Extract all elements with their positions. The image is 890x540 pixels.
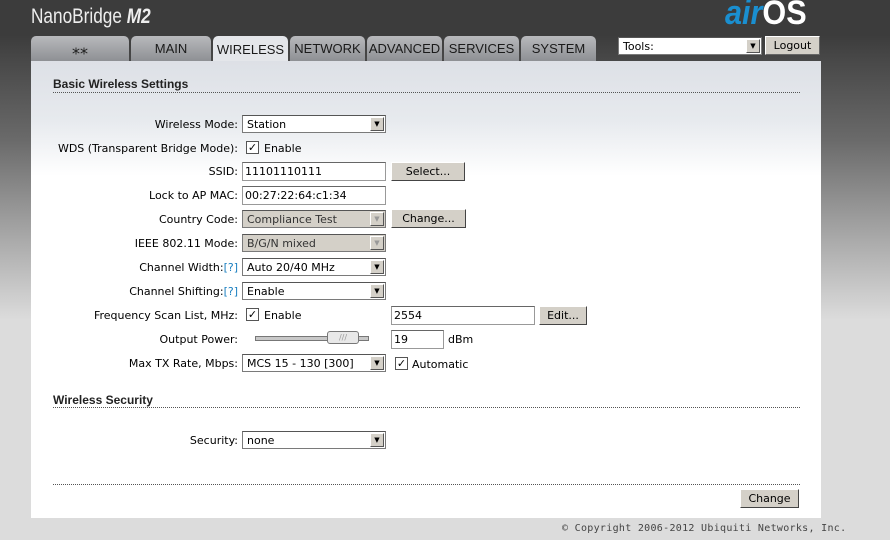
select-value: MCS 15 - 130 [300]	[247, 357, 354, 370]
tab-services[interactable]: SERVICES	[444, 36, 519, 61]
tab-label: NETWORK	[294, 41, 361, 56]
tab-label: MAIN	[154, 41, 188, 56]
ubiquiti-logo-icon: ⁎⁎	[72, 40, 88, 58]
tab-label: SERVICES	[448, 41, 515, 56]
wds-checkbox[interactable]: ✓	[246, 141, 259, 154]
max-tx-auto-checkbox[interactable]: ✓	[395, 357, 408, 370]
ssid-select-button[interactable]: Select...	[391, 162, 465, 181]
tab-wireless[interactable]: WIRELESS	[213, 36, 288, 62]
copyright: © Copyright 2006-2012 Ubiquiti Networks,…	[562, 523, 847, 534]
wds-label: WDS (Transparent Bridge Mode):	[57, 142, 238, 155]
channel-shifting-label: Channel Shifting:[?]	[129, 285, 238, 298]
tab-label: SYSTEM	[531, 41, 586, 56]
main-tabs: ⁎⁎ MAIN WIRELESS NETWORK ADVANCED SERVIC…	[31, 36, 596, 62]
logo-os: OS	[762, 0, 807, 32]
chevron-down-icon: ▼	[370, 284, 384, 298]
wds-enable-label: Enable	[264, 142, 302, 155]
ieee-mode-label: IEEE 802.11 Mode:	[134, 237, 238, 250]
tab-logo[interactable]: ⁎⁎	[31, 36, 129, 61]
tab-advanced[interactable]: ADVANCED	[367, 36, 442, 61]
tab-label: ADVANCED	[368, 41, 441, 56]
max-tx-label: Max TX Rate, Mbps:	[128, 357, 238, 370]
channel-width-label: Channel Width:[?]	[139, 261, 238, 274]
chevron-down-icon: ▼	[746, 39, 760, 53]
freq-scan-checkbox[interactable]: ✓	[246, 308, 259, 321]
output-power-input[interactable]: 19	[391, 330, 444, 349]
chevron-down-icon: ▼	[370, 433, 384, 447]
select-value: B/G/N mixed	[247, 237, 316, 250]
divider	[53, 484, 800, 485]
ssid-label: SSID:	[208, 165, 238, 178]
divider	[53, 92, 800, 93]
brand-model: M2	[126, 5, 151, 28]
wireless-mode-select[interactable]: Station ▼	[242, 115, 386, 133]
airos-logo: airOS	[725, 0, 807, 33]
ssid-input[interactable]: 11101110111	[242, 162, 386, 181]
divider	[53, 407, 800, 408]
logo-air: air	[725, 0, 763, 32]
chevron-down-icon: ▼	[370, 212, 384, 226]
help-link[interactable]: [?]	[224, 285, 238, 298]
ap-mac-label: Lock to AP MAC:	[149, 189, 238, 202]
channel-width-select[interactable]: Auto 20/40 MHz ▼	[242, 258, 386, 276]
security-label: Security:	[189, 434, 238, 447]
security-select[interactable]: none ▼	[242, 431, 386, 449]
help-link[interactable]: [?]	[224, 261, 238, 274]
freq-scan-input[interactable]: 2554	[391, 306, 535, 325]
label-text: Channel Width:	[139, 261, 224, 274]
chevron-down-icon: ▼	[370, 356, 384, 370]
output-power-slider-thumb[interactable]: ///	[327, 331, 359, 344]
select-value: Station	[247, 118, 287, 131]
freq-scan-enable-label: Enable	[264, 309, 302, 322]
select-value: Enable	[247, 285, 285, 298]
logout-button[interactable]: Logout	[765, 36, 820, 55]
tab-main[interactable]: MAIN	[131, 36, 211, 61]
section-title-security: Wireless Security	[53, 393, 153, 407]
section-title-basic: Basic Wireless Settings	[53, 77, 189, 91]
country-code-select[interactable]: Compliance Test ▼	[242, 210, 386, 228]
freq-scan-edit-button[interactable]: Edit...	[539, 306, 587, 325]
select-value: Auto 20/40 MHz	[247, 261, 335, 274]
tools-value: Tools:	[623, 40, 654, 53]
ap-mac-input[interactable]: 00:27:22:64:c1:34	[242, 186, 386, 205]
chevron-down-icon: ▼	[370, 236, 384, 250]
max-tx-auto-label: Automatic	[412, 358, 469, 371]
ieee-mode-select[interactable]: B/G/N mixed ▼	[242, 234, 386, 252]
brand-text: NanoBridge	[31, 5, 122, 28]
freq-scan-label: Frequency Scan List, MHz:	[93, 309, 238, 322]
product-name: NanoBridge M2	[31, 5, 151, 29]
tab-network[interactable]: NETWORK	[290, 36, 365, 61]
max-tx-select[interactable]: MCS 15 - 130 [300] ▼	[242, 354, 386, 372]
tab-system[interactable]: SYSTEM	[521, 36, 596, 61]
change-button[interactable]: Change	[740, 489, 799, 508]
label-text: Channel Shifting:	[129, 285, 224, 298]
wireless-mode-label: Wireless Mode:	[154, 118, 238, 131]
chevron-down-icon: ▼	[370, 117, 384, 131]
tab-label: WIRELESS	[216, 41, 285, 57]
tools-select[interactable]: Tools: ▼	[618, 37, 762, 55]
country-code-label: Country Code:	[158, 213, 238, 226]
select-value: Compliance Test	[247, 213, 337, 226]
channel-shifting-select[interactable]: Enable ▼	[242, 282, 386, 300]
output-power-unit: dBm	[448, 333, 474, 346]
country-change-button[interactable]: Change...	[391, 209, 466, 228]
chevron-down-icon: ▼	[370, 260, 384, 274]
select-value: none	[247, 434, 275, 447]
output-power-label: Output Power:	[159, 333, 238, 346]
